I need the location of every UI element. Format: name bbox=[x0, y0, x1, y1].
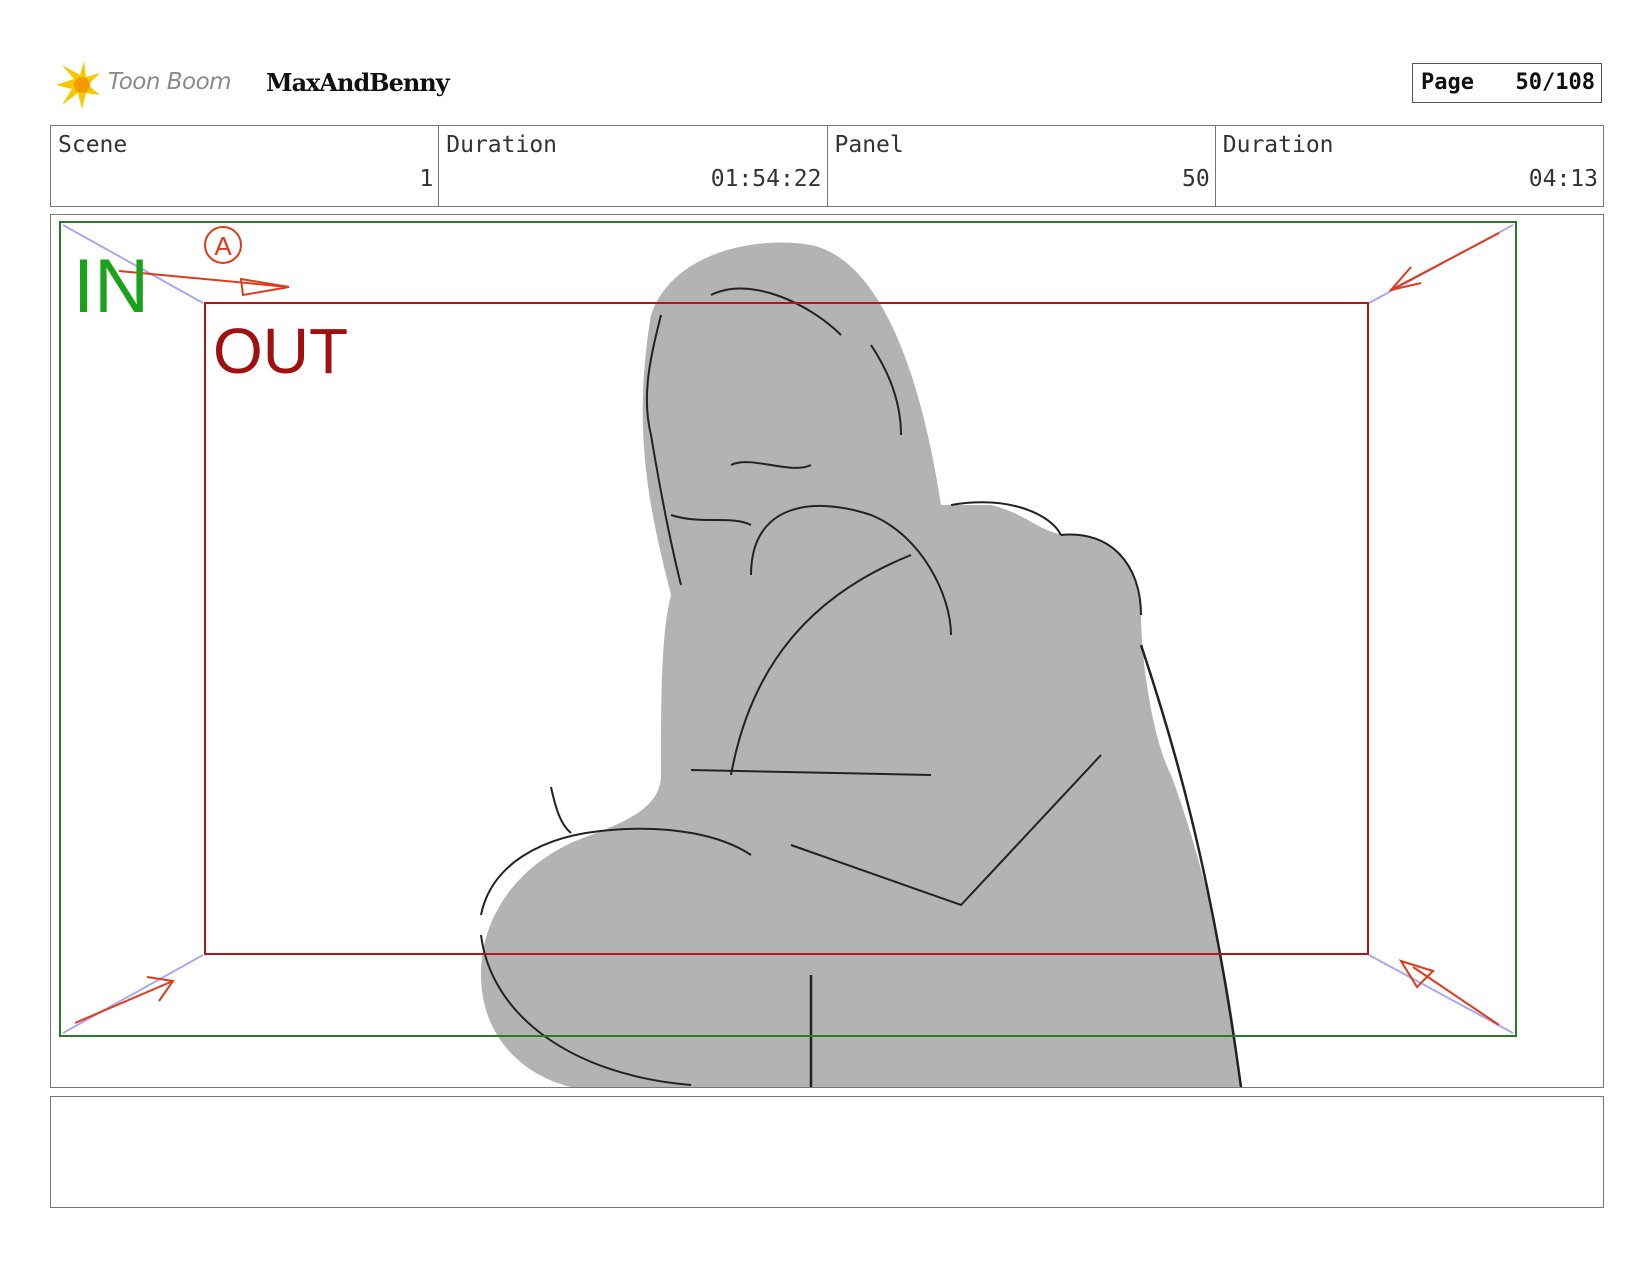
project-name: MaxAndBenny bbox=[266, 68, 450, 97]
panel-duration-value: 04:13 bbox=[1528, 166, 1598, 192]
in-label: IN bbox=[73, 244, 149, 329]
page-number: 50/108 bbox=[1515, 70, 1595, 95]
annotation-letter: A bbox=[214, 231, 232, 261]
panel-duration-cell: Duration 04:13 bbox=[1216, 126, 1603, 206]
toon-boom-logo-icon bbox=[56, 61, 100, 109]
logo-text: Toon Boom bbox=[108, 69, 232, 95]
tail-tip-stroke bbox=[550, 786, 572, 834]
scene-label: Scene bbox=[58, 132, 128, 158]
hugging-figures-drawing bbox=[480, 242, 1243, 1087]
panel-info-table: Scene 1 Duration 01:54:22 Panel 50 Durat… bbox=[50, 125, 1604, 207]
panel-cell: Panel 50 bbox=[828, 126, 1216, 206]
panel-value: 50 bbox=[1182, 166, 1210, 192]
scene-duration-label: Duration bbox=[446, 132, 558, 158]
page-header: Toon Boom MaxAndBenny Page 50/108 bbox=[52, 55, 1604, 111]
scene-duration-value: 01:54:22 bbox=[710, 166, 822, 192]
panel-label: Panel bbox=[834, 132, 904, 158]
panel-notes-box bbox=[50, 1096, 1604, 1208]
arrow-top-right-icon bbox=[1390, 232, 1500, 291]
figure-fill bbox=[481, 242, 1241, 1087]
panel-drawing: A IN OUT bbox=[59, 221, 1517, 1087]
storyboard-panel: A IN OUT bbox=[50, 214, 1604, 1088]
arrow-bottom-right-icon bbox=[1412, 966, 1500, 1026]
scene-cell: Scene 1 bbox=[51, 126, 440, 206]
out-label: OUT bbox=[213, 315, 348, 387]
panel-duration-label: Duration bbox=[1222, 132, 1334, 158]
arrow-bottom-left-icon bbox=[74, 980, 174, 1024]
scene-duration-cell: Duration 01:54:22 bbox=[439, 126, 828, 206]
page-indicator: Page 50/108 bbox=[1412, 63, 1602, 103]
scene-value: 1 bbox=[419, 166, 434, 192]
page-label: Page bbox=[1421, 70, 1474, 95]
